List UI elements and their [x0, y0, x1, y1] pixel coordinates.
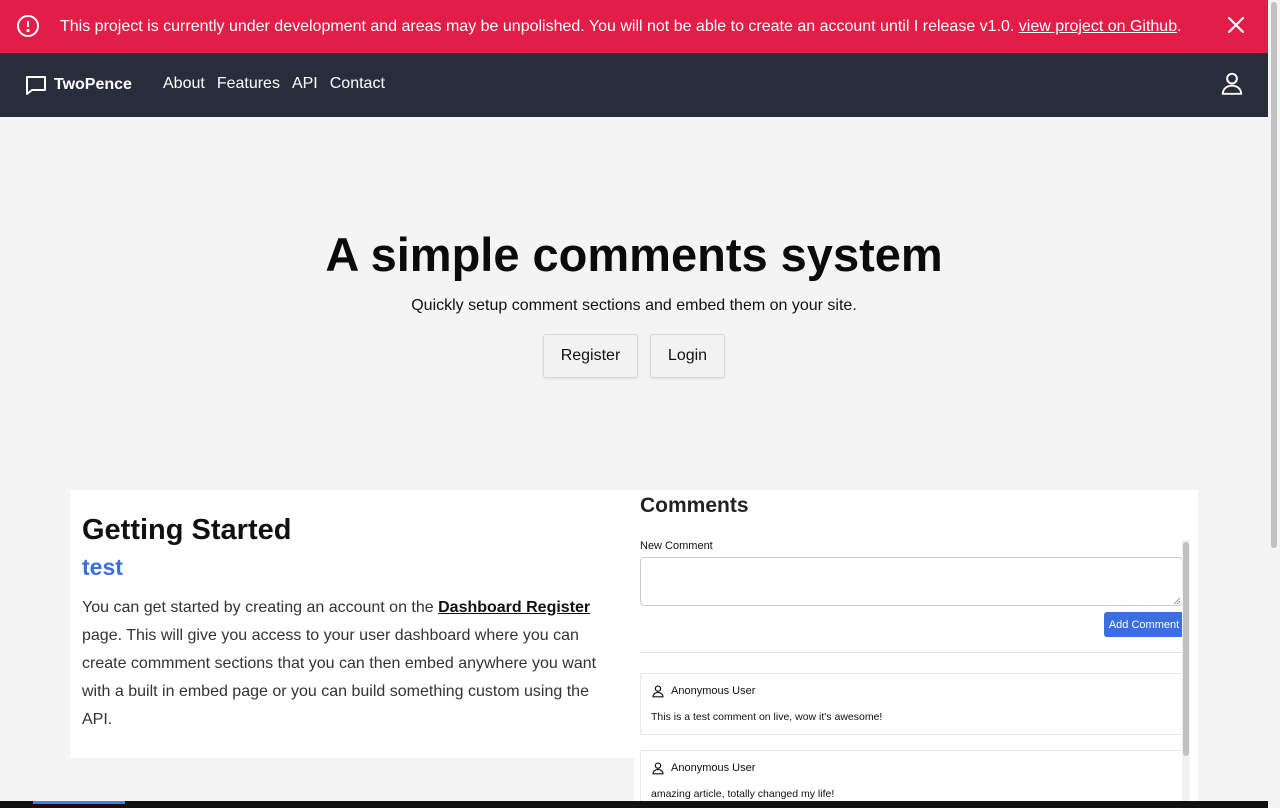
close-icon[interactable]	[1224, 13, 1248, 37]
comments-scrollbar[interactable]	[1182, 540, 1190, 808]
top-navbar: TwoPence About Features API Contact	[0, 53, 1268, 117]
user-icon[interactable]	[1219, 70, 1245, 96]
github-link[interactable]: view project on Github	[1019, 18, 1177, 35]
chat-bubble-icon	[26, 76, 46, 95]
comment-body: amazing article, totally changed my life…	[651, 788, 835, 800]
banner-message: This project is currently under developm…	[60, 18, 1182, 35]
add-comment-button[interactable]: Add Comment	[1104, 612, 1184, 637]
dashboard-register-link[interactable]: Dashboard Register	[438, 599, 590, 616]
user-icon	[652, 685, 664, 698]
nav-about[interactable]: About	[163, 75, 205, 93]
comments-card: Comments New Comment Add Comment Anonymo…	[634, 490, 1198, 808]
comment-item: Anonymous User amazing article, totally …	[640, 750, 1184, 808]
hero-title: A simple comments system	[325, 228, 943, 281]
comments-scrollbar-thumb[interactable]	[1183, 542, 1189, 756]
hero-buttons: Register Login	[543, 334, 725, 378]
comments-heading: Comments	[640, 494, 749, 517]
nav-contact[interactable]: Contact	[330, 75, 385, 93]
comments-embed: New Comment Add Comment Anonymous User T…	[640, 540, 1192, 808]
new-comment-label: New Comment	[640, 540, 713, 552]
hero-subtitle: Quickly setup comment sections and embed…	[411, 297, 857, 314]
comment-author-name: Anonymous User	[671, 762, 756, 774]
user-icon	[652, 762, 664, 775]
page-scrollbar-thumb[interactable]	[1271, 2, 1277, 548]
comment-item: Anonymous User This is a test comment on…	[640, 673, 1184, 735]
brand-logo[interactable]: TwoPence	[24, 73, 132, 97]
getting-started-heading: Getting Started	[82, 514, 292, 546]
new-comment-input[interactable]	[640, 557, 1183, 606]
getting-started-card: Getting Started test You can get started…	[70, 490, 634, 758]
comment-author: Anonymous User	[651, 761, 755, 775]
getting-started-subheading: test	[82, 554, 123, 580]
resize-handle-icon[interactable]	[1173, 597, 1181, 605]
bottom-bar	[0, 801, 1268, 808]
dev-warning-banner: This project is currently under developm…	[0, 0, 1268, 53]
alert-circle-icon	[17, 15, 39, 37]
nav-features[interactable]: Features	[217, 75, 280, 93]
nav-api[interactable]: API	[292, 75, 318, 93]
comment-author: Anonymous User	[651, 684, 755, 698]
comment-body: This is a test comment on live, wow it's…	[651, 711, 883, 723]
brand-name: TwoPence	[54, 76, 132, 93]
comment-author-name: Anonymous User	[671, 685, 756, 697]
login-button[interactable]: Login	[650, 334, 725, 378]
divider	[640, 652, 1184, 653]
register-button[interactable]: Register	[543, 334, 638, 378]
page-scrollbar[interactable]	[1268, 0, 1280, 808]
nav-links: About Features API Contact	[163, 75, 385, 93]
getting-started-text: You can get started by creating an accou…	[82, 599, 597, 728]
bottom-accent	[33, 801, 125, 804]
